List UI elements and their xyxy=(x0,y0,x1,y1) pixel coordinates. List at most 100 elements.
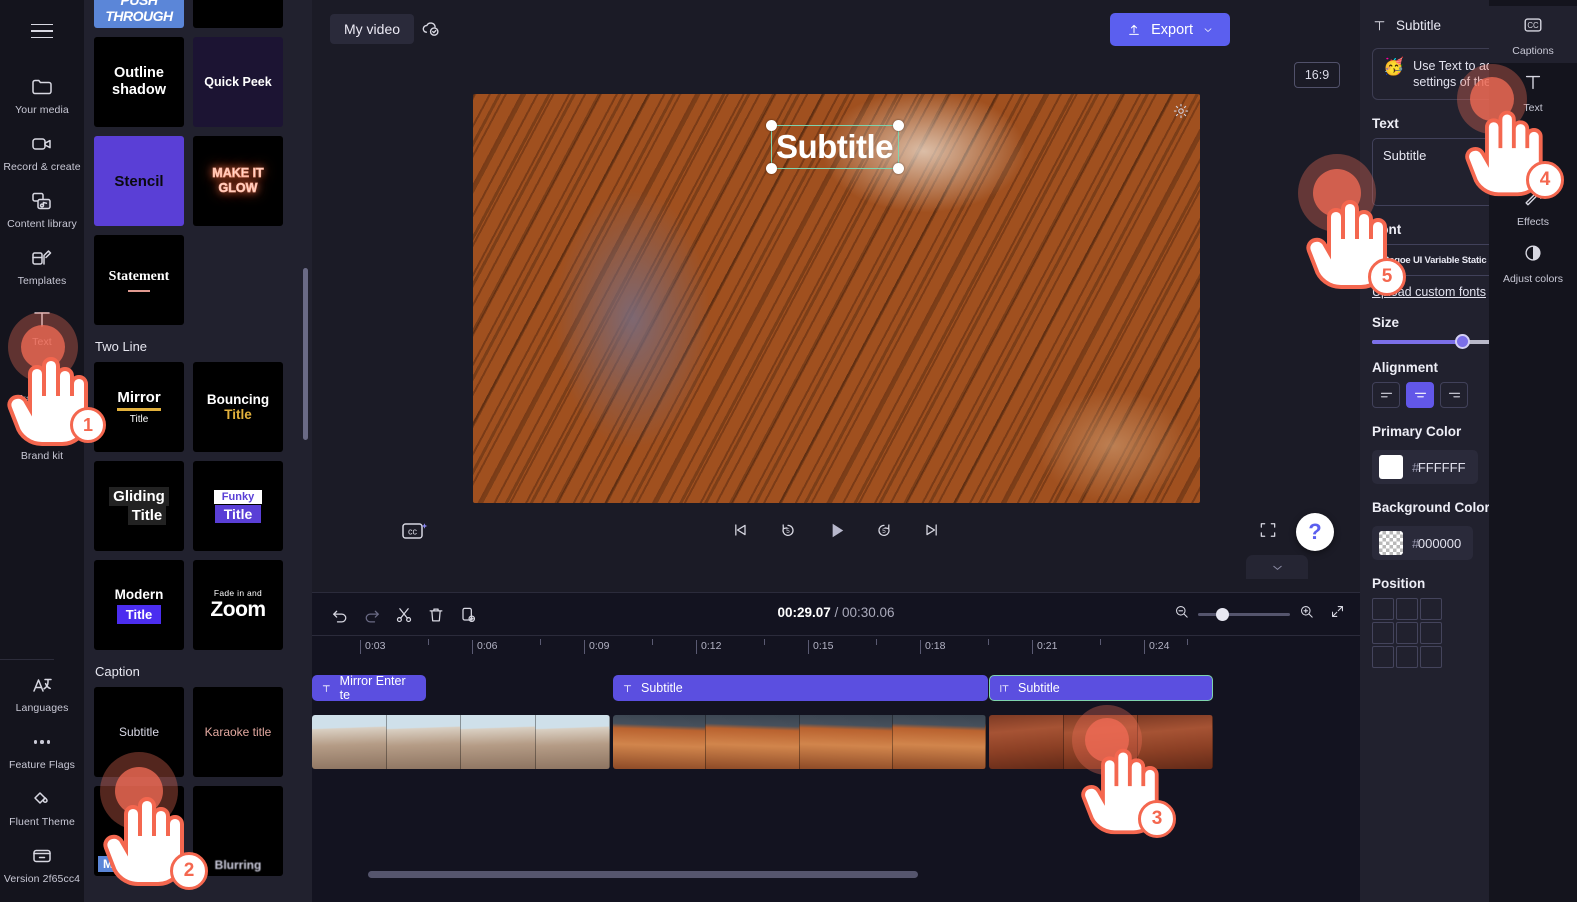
template-card[interactable]: Multiline xyxy=(94,786,184,876)
skip-to-start-button[interactable] xyxy=(727,517,753,543)
template-sublabel: Zoom xyxy=(210,598,266,621)
position-cell-top-center[interactable] xyxy=(1396,598,1418,620)
sidebar-item-text[interactable]: Text xyxy=(0,298,84,355)
template-label: Gliding xyxy=(109,487,169,506)
hamburger-icon[interactable] xyxy=(21,10,63,52)
template-card[interactable]: heading xyxy=(193,0,283,28)
position-cell-middle-left[interactable] xyxy=(1372,622,1394,644)
primary-color-picker[interactable]: # FFFFFF xyxy=(1372,450,1478,484)
templates-scroll-area[interactable]: PUSH THROUGH heading Outline shadow Quic… xyxy=(84,0,312,902)
timeline-clip-video[interactable] xyxy=(613,715,986,769)
template-sublabel: Title xyxy=(129,413,149,425)
template-label: Quick Peek xyxy=(204,75,272,89)
project-name-button[interactable]: My video xyxy=(330,14,415,44)
sidebar-item-templates[interactable]: Templates xyxy=(0,237,84,294)
timeline-clip-video[interactable] xyxy=(312,715,610,769)
sidebar-item-transitions[interactable]: Transitions xyxy=(0,355,84,412)
timeline-clip-text[interactable]: Mirror Enter te xyxy=(312,675,426,701)
zoom-slider[interactable] xyxy=(1198,607,1290,621)
align-center-button[interactable] xyxy=(1406,382,1434,408)
template-card[interactable]: Mirror Title xyxy=(94,362,184,452)
template-card[interactable]: Karaoke title xyxy=(193,687,283,777)
background-color-picker[interactable]: # 000000 xyxy=(1372,526,1474,560)
zoom-slider-thumb[interactable] xyxy=(1216,607,1229,621)
cloud-saved-icon[interactable] xyxy=(420,18,442,40)
zoom-out-button[interactable] xyxy=(1173,603,1190,625)
library-icon xyxy=(29,189,55,213)
template-card[interactable]: Stencil xyxy=(94,136,184,226)
subtitle-selection-box[interactable]: Subtitle xyxy=(765,120,904,174)
ellipsis-icon xyxy=(29,730,55,754)
sidebar-item-label: Record & create xyxy=(3,161,81,173)
divider xyxy=(0,659,54,660)
template-label: Modern xyxy=(114,586,164,602)
accent-underline xyxy=(117,408,161,411)
sidebar-item-brand-kit[interactable]: Brand kit xyxy=(0,412,84,469)
tab-captions[interactable]: CC Captions xyxy=(1489,6,1577,63)
sidebar-item-feature-flags[interactable]: Feature Flags xyxy=(0,721,84,778)
primary-color-swatch[interactable] xyxy=(1379,455,1403,479)
position-cell-top-left[interactable] xyxy=(1372,598,1394,620)
timeline-horizontal-scrollbar[interactable] xyxy=(368,871,918,878)
fit-timeline-button[interactable] xyxy=(1329,603,1346,625)
templates-scrollbar[interactable] xyxy=(303,268,308,440)
template-label: Funky xyxy=(213,489,263,504)
tab-adjust-colors[interactable]: Adjust colors xyxy=(1489,234,1577,291)
sidebar-item-your-media[interactable]: Your media xyxy=(0,66,84,123)
templates-grid-top: PUSH THROUGH heading Outline shadow Quic… xyxy=(94,0,302,325)
fullscreen-button[interactable] xyxy=(1258,520,1278,540)
align-right-button[interactable] xyxy=(1440,382,1468,408)
template-card-subtitle[interactable]: Subtitle xyxy=(94,687,184,777)
template-card[interactable]: Modern Title xyxy=(94,560,184,650)
help-button[interactable]: ? xyxy=(1296,513,1334,551)
background-color-swatch[interactable] xyxy=(1379,531,1403,555)
sidebar-item-content-library[interactable]: Content library xyxy=(0,180,84,237)
template-card[interactable]: MAKE IT GLOW xyxy=(193,136,283,226)
position-cell-bottom-left[interactable] xyxy=(1372,646,1394,668)
template-card[interactable]: Blurring xyxy=(193,786,283,876)
template-card[interactable]: Outline shadow xyxy=(94,37,184,127)
party-face-icon: 🥳 xyxy=(1383,57,1405,76)
size-slider-thumb[interactable] xyxy=(1455,334,1470,349)
template-label: MAKE IT GLOW xyxy=(212,166,264,196)
align-left-button[interactable] xyxy=(1372,382,1400,408)
tab-effects[interactable]: Effects xyxy=(1489,177,1577,234)
rewind-5-button[interactable]: 5 xyxy=(775,517,801,543)
template-card[interactable]: Statement xyxy=(94,235,184,325)
aspect-ratio-button[interactable]: 16:9 xyxy=(1294,62,1340,88)
position-cell-bottom-right[interactable] xyxy=(1420,646,1442,668)
timeline-ruler[interactable]: 0:03 0:06 0:09 0:12 0:15 0:18 0:21 0:24 xyxy=(312,635,1360,661)
zoom-in-button[interactable] xyxy=(1298,603,1315,625)
skip-to-end-button[interactable] xyxy=(919,517,945,543)
position-cell-middle-center[interactable] xyxy=(1396,622,1418,644)
sidebar-item-record-create[interactable]: Record & create xyxy=(0,123,84,180)
forward-5-button[interactable]: 5 xyxy=(871,517,897,543)
position-cell-middle-right[interactable] xyxy=(1420,622,1442,644)
cc-icon: CC xyxy=(1521,14,1545,41)
position-cell-top-right[interactable] xyxy=(1420,598,1442,620)
position-cell-bottom-center[interactable] xyxy=(1396,646,1418,668)
sidebar-item-version[interactable]: Version 2f65cc4 xyxy=(0,835,84,892)
timeline-clip-text-selected[interactable]: Subtitle xyxy=(989,675,1213,701)
timeline-clip-video[interactable] xyxy=(989,715,1213,769)
video-thumbnail xyxy=(706,715,800,769)
template-card[interactable]: PUSH THROUGH xyxy=(94,0,184,28)
tab-text[interactable]: Text xyxy=(1489,63,1577,120)
upload-custom-fonts-link[interactable]: Upload custom fonts xyxy=(1372,285,1486,299)
sidebar-item-languages[interactable]: Languages xyxy=(0,664,84,721)
gear-icon[interactable] xyxy=(1172,102,1190,120)
template-card[interactable]: Fade in and Zoom xyxy=(193,560,283,650)
export-button[interactable]: Export xyxy=(1110,13,1230,46)
template-card[interactable]: Bouncing Title xyxy=(193,362,283,452)
timeline-clip-text[interactable]: Subtitle xyxy=(613,675,988,701)
ruler-tick: 0:03 xyxy=(360,640,385,654)
template-card[interactable]: Quick Peek xyxy=(193,37,283,127)
sidebar-item-fluent-theme[interactable]: Fluent Theme xyxy=(0,778,84,835)
template-card[interactable]: Gliding Title xyxy=(94,461,184,551)
play-button[interactable] xyxy=(823,517,849,543)
template-card[interactable]: Funky Title xyxy=(193,461,283,551)
ruler-minor-tick xyxy=(428,639,429,645)
timeline-collapse-button[interactable] xyxy=(1246,555,1308,579)
ruler-minor-tick xyxy=(540,639,541,645)
tab-fade[interactable]: Fade xyxy=(1489,120,1577,177)
